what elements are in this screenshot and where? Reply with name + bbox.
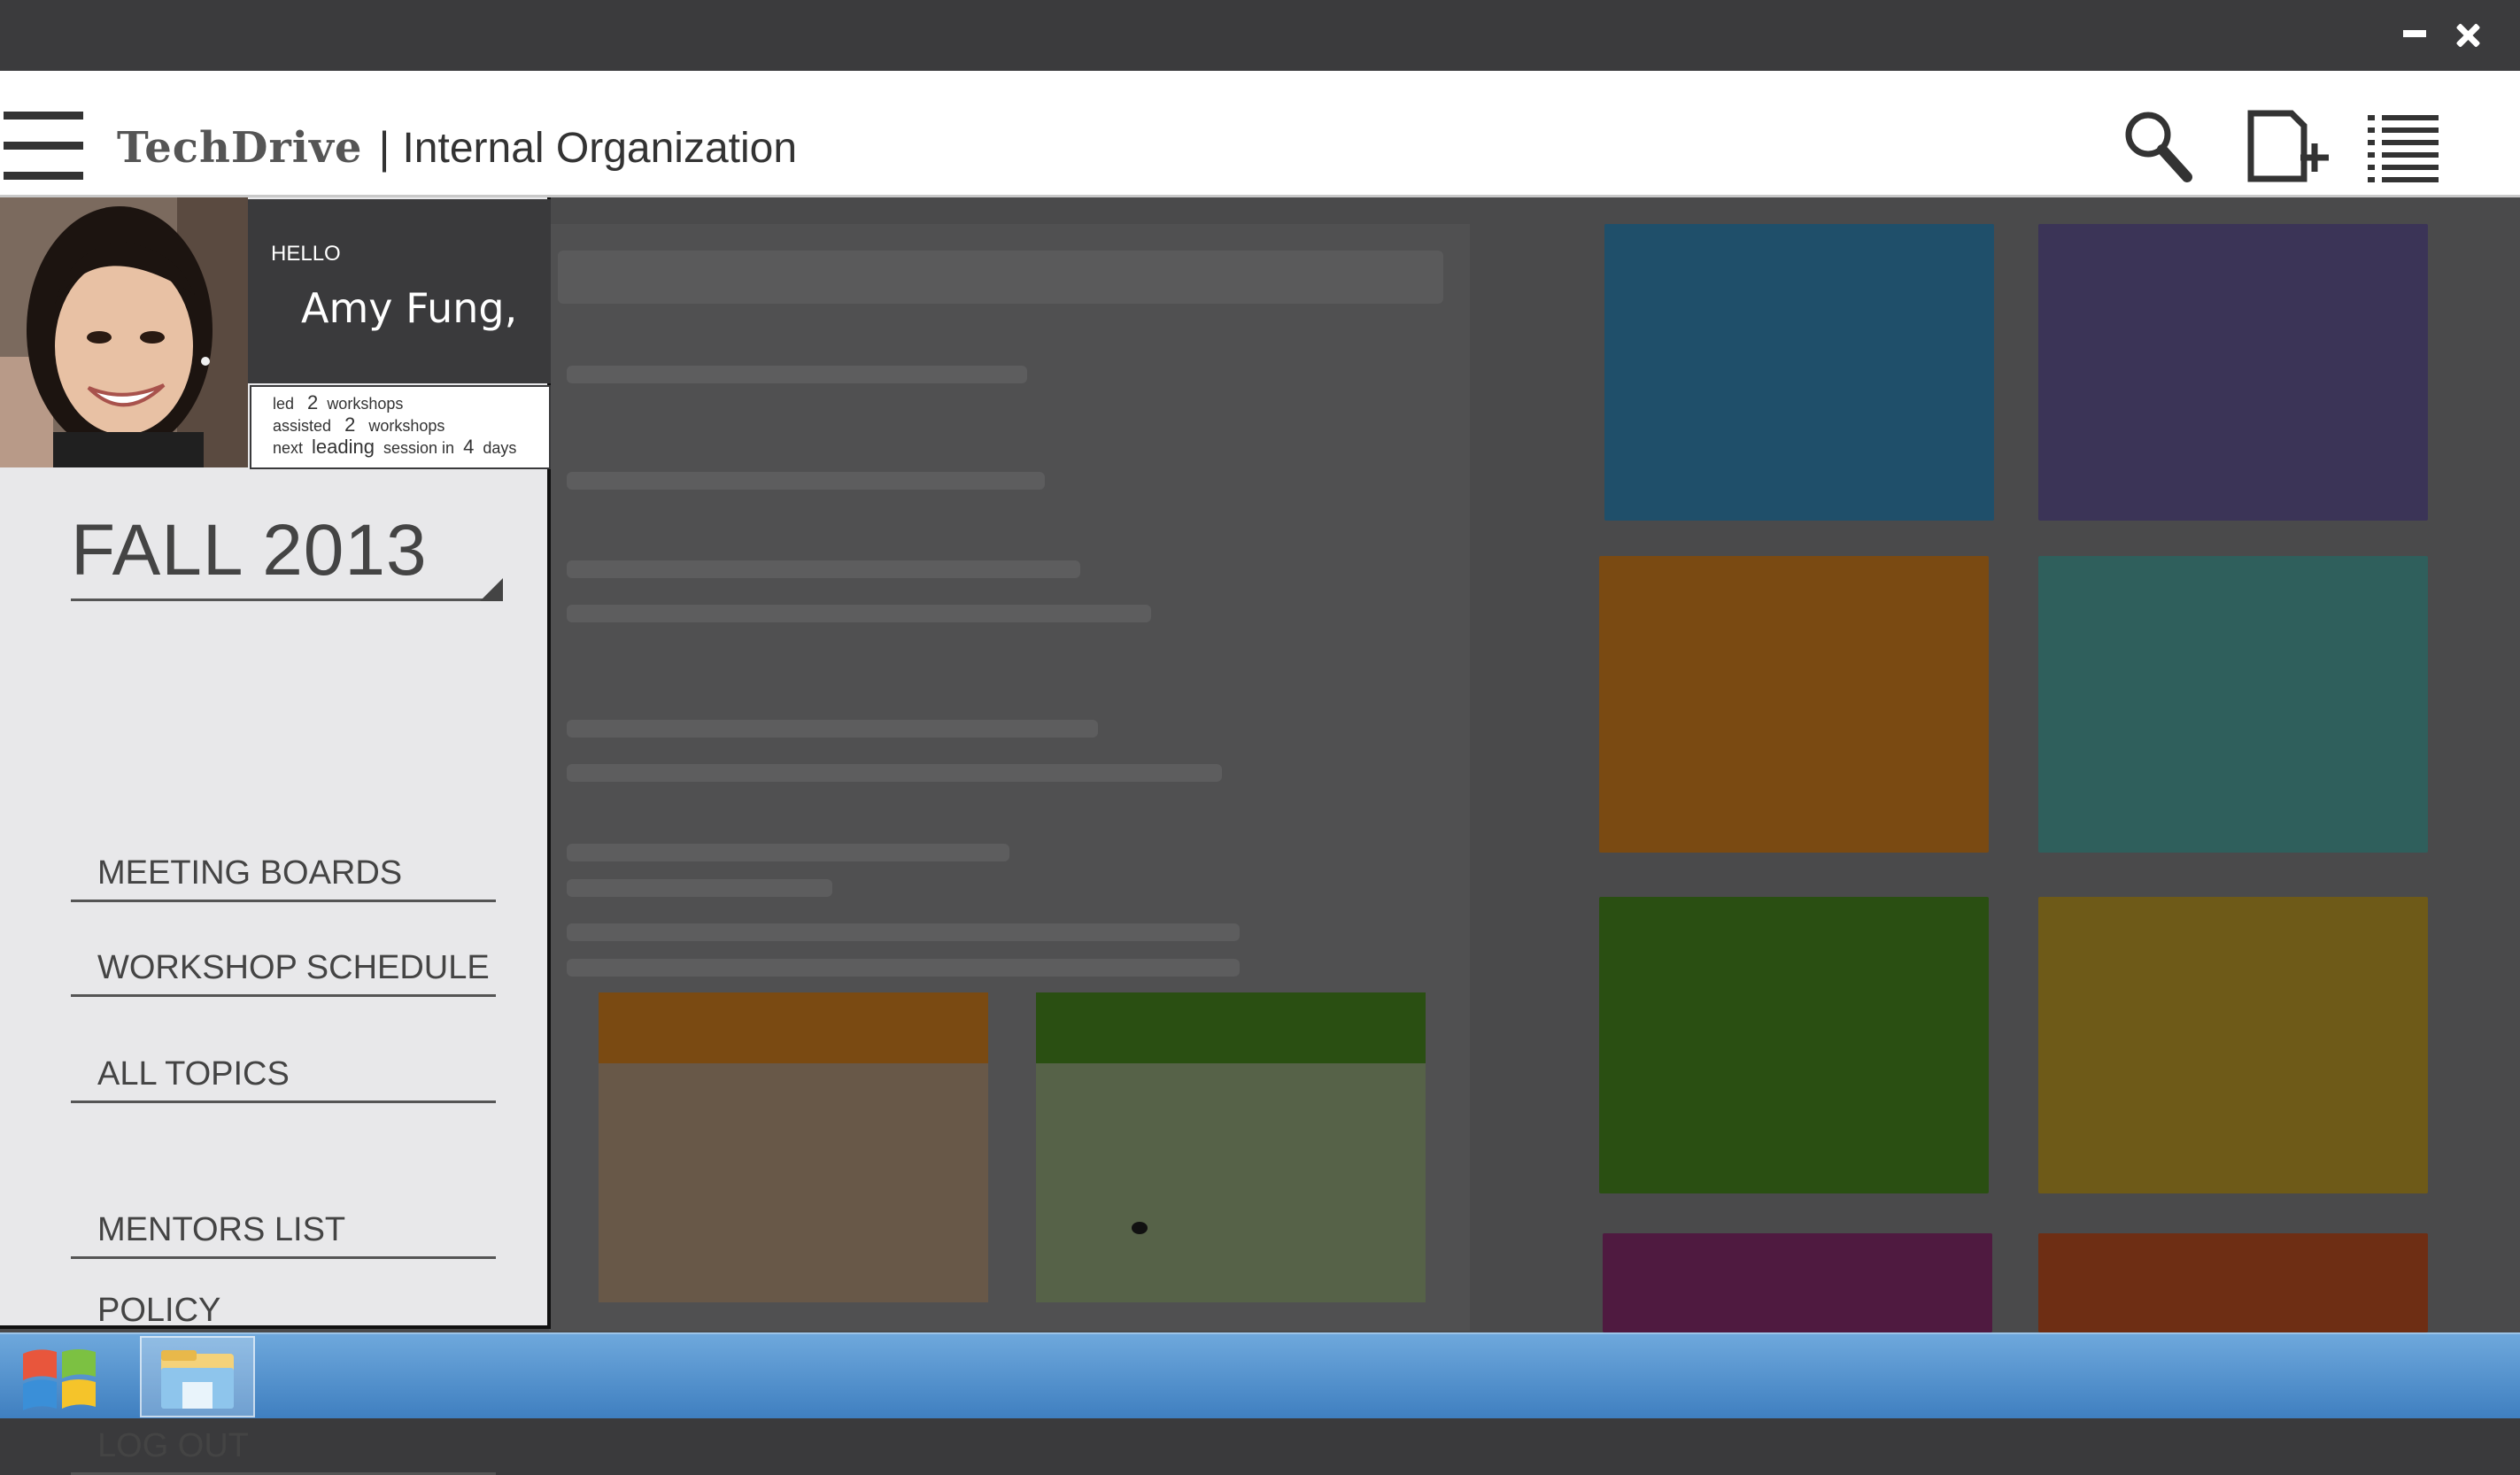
blurred-tile (2038, 1233, 2428, 1332)
blurred-tile (1599, 556, 1989, 853)
menu-icon[interactable] (4, 112, 83, 181)
minimize-icon[interactable] (2403, 30, 2426, 37)
organization-name: Internal Organization (402, 124, 798, 172)
blurred-tile (2038, 556, 2428, 853)
brand-separator: | (378, 123, 390, 173)
menu-item-meeting-boards[interactable]: MEETING BOARDS (71, 830, 496, 902)
file-explorer-icon (161, 1350, 234, 1409)
side-menu: HELLO Amy Fung, led 2 workshops assisted… (0, 197, 551, 1475)
menu-item-policy[interactable]: POLICY (71, 1278, 496, 1340)
brand-name: TechDrive (117, 123, 363, 173)
user-stats: led 2 workshops assisted 2 workshops nex… (250, 385, 551, 469)
blurred-tile (1604, 224, 1994, 521)
user-name: Amy Fung, (301, 284, 518, 332)
taskbar (0, 1332, 2520, 1418)
windows-start-icon[interactable] (19, 1345, 99, 1416)
brand: TechDrive | Internal Organization (117, 117, 797, 179)
list-icon[interactable] (2366, 108, 2440, 184)
blurred-tile (1603, 1233, 1992, 1332)
new-document-icon[interactable] (2246, 108, 2331, 184)
close-icon[interactable] (2447, 16, 2486, 55)
menu-item-log-out[interactable]: LOG OUT (71, 1410, 496, 1475)
file-explorer-button[interactable] (140, 1336, 255, 1417)
blurred-card (599, 992, 988, 1302)
avatar[interactable] (0, 197, 248, 467)
app-header: TechDrive | Internal Organization (0, 71, 2520, 197)
search-icon[interactable] (2122, 108, 2192, 184)
term-underline (71, 598, 503, 601)
greeting-label: HELLO (271, 242, 341, 266)
blurred-tile (2038, 224, 2428, 521)
greeting-box: HELLO Amy Fung, (248, 199, 551, 383)
stats-assisted-row: assisted 2 workshops (273, 413, 445, 436)
menu-item-mentors-list[interactable]: MENTORS LIST (71, 1189, 496, 1259)
dropdown-arrow-icon[interactable] (480, 578, 503, 601)
menu-item-all-topics[interactable]: ALL TOPICS (71, 1030, 496, 1103)
stats-led-row: led 2 workshops (273, 391, 404, 413)
blurred-tile (1599, 897, 1989, 1193)
blurred-tile (2038, 897, 2428, 1193)
blurred-card (1036, 992, 1426, 1302)
window-title-bar (0, 0, 2520, 71)
term-selector[interactable]: FALL 2013 (71, 509, 428, 592)
mouse-cursor (1132, 1222, 1148, 1234)
stats-next-row: next leading session in 4 days (273, 436, 517, 458)
menu-item-workshop-schedule[interactable]: WORKSHOP SCHEDULE (71, 928, 496, 997)
profile-card: HELLO Amy Fung, led 2 workshops assisted… (0, 197, 551, 469)
